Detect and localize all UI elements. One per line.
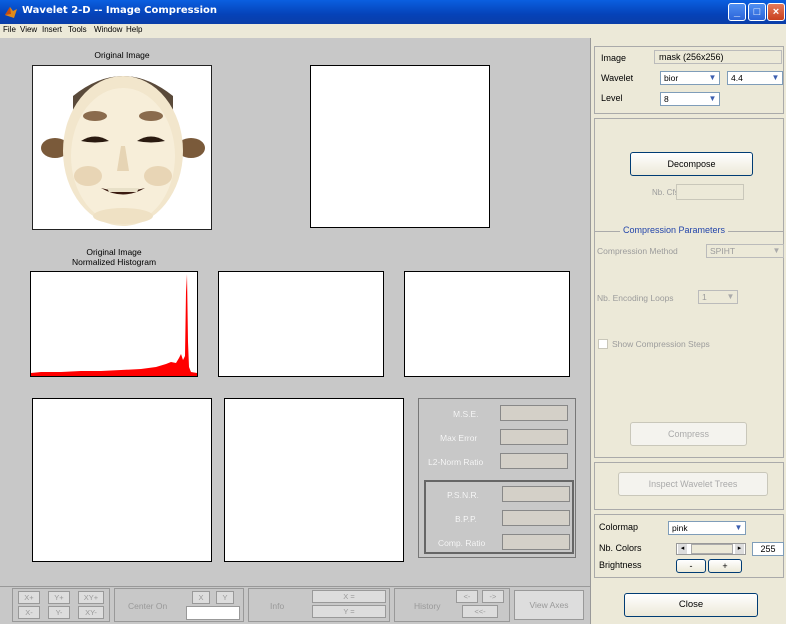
menu-tools[interactable]: Tools — [68, 25, 87, 34]
mask-image — [33, 66, 211, 229]
image-name-field: mask (256x256) — [654, 50, 782, 64]
wavelet-family-value: bior — [664, 73, 679, 83]
history-forward-button[interactable]: -> — [482, 590, 504, 603]
nb-colors-slider[interactable]: ◂ ▸ — [676, 543, 746, 555]
nb-cfs-field — [676, 184, 744, 200]
slider-thumb[interactable] — [691, 544, 733, 554]
encoding-loops-label: Nb. Encoding Loops — [597, 293, 674, 303]
close-button[interactable]: Close — [624, 593, 758, 617]
menu-help[interactable]: Help — [126, 25, 142, 34]
original-histogram-axes[interactable] — [30, 271, 198, 377]
history-both-button[interactable]: <<- — [462, 605, 498, 618]
zoom-y-plus-button[interactable]: Y+ — [48, 591, 70, 604]
zoom-x-minus-button[interactable]: X- — [18, 606, 40, 619]
mse-label: M.S.E. — [453, 409, 479, 419]
l2-norm-ratio-label: L2-Norm Ratio — [428, 457, 484, 467]
compression-method-value: SPIHT — [710, 246, 736, 256]
x-readout: X = — [312, 590, 386, 603]
chevron-down-icon: ▼ — [734, 523, 743, 532]
info-label: Info — [270, 601, 285, 611]
histogram-title-line1: Original Image — [86, 247, 142, 257]
level-select[interactable]: 8 ▼ — [660, 92, 720, 106]
center-on-label: Center On — [128, 601, 168, 611]
history-label: History — [414, 601, 441, 611]
bpp-label: B.P.P. — [455, 514, 477, 524]
brightness-minus-button[interactable]: - — [676, 559, 706, 573]
decompose-button[interactable]: Decompose — [630, 152, 753, 176]
bottom-axes-2[interactable] — [224, 398, 404, 562]
wavelet-label: Wavelet — [601, 73, 634, 83]
level-value: 8 — [664, 94, 669, 104]
bpp-value — [502, 510, 570, 526]
original-image-title: Original Image — [94, 50, 150, 60]
wavelet-family-select[interactable]: bior ▼ — [660, 71, 720, 85]
encoding-loops-select[interactable]: 1 ▼ — [698, 290, 738, 304]
zoom-xy-plus-button[interactable]: XY+ — [78, 591, 104, 604]
center-y-button[interactable]: Y — [216, 591, 234, 604]
mse-value — [500, 405, 568, 421]
brightness-plus-button[interactable]: + — [708, 559, 742, 573]
matlab-icon — [5, 7, 17, 18]
compressed-image-axes[interactable] — [310, 65, 490, 228]
colormap-label: Colormap — [599, 522, 639, 532]
maximize-button[interactable]: □ — [748, 3, 766, 21]
colormap-value: pink — [672, 523, 688, 533]
histogram-plot — [31, 274, 197, 376]
menu-view[interactable]: View — [20, 25, 37, 34]
histogram-title-line2: Normalized Histogram — [71, 257, 157, 267]
chevron-down-icon: ▼ — [772, 246, 781, 255]
chevron-down-icon: ▼ — [708, 73, 717, 82]
menu-insert[interactable]: Insert — [42, 25, 62, 34]
center-on-field[interactable] — [186, 606, 240, 620]
nb-colors-field[interactable]: 255 — [752, 542, 784, 556]
slider-left-arrow-icon[interactable]: ◂ — [678, 544, 687, 554]
window-title: Wavelet 2-D -- Image Compression — [22, 5, 217, 16]
psnr-value — [502, 486, 570, 502]
comp-ratio-label: Comp. Ratio — [438, 538, 486, 548]
nb-cfs-label: Nb. Cfs — [652, 188, 679, 197]
compression-params-title: Compression Parameters — [620, 225, 729, 235]
wavelet-number-select[interactable]: 4.4 ▼ — [727, 71, 783, 85]
histogram-axes-3[interactable] — [404, 271, 570, 377]
zoom-xy-minus-button[interactable]: XY- — [78, 606, 104, 619]
nb-colors-label: Nb. Colors — [599, 543, 642, 553]
view-axes-button[interactable]: View Axes — [514, 590, 584, 620]
slider-right-arrow-icon[interactable]: ▸ — [735, 544, 744, 554]
show-steps-label: Show Compression Steps — [612, 339, 710, 349]
close-window-button[interactable]: × — [767, 3, 785, 21]
bottom-axes-1[interactable] — [32, 398, 212, 562]
zoom-x-plus-button[interactable]: X+ — [18, 591, 40, 604]
max-error-value — [500, 429, 568, 445]
center-x-button[interactable]: X — [192, 591, 210, 604]
menu-window[interactable]: Window — [94, 25, 122, 34]
history-back-button[interactable]: <- — [456, 590, 478, 603]
compression-method-label: Compression Method — [597, 246, 678, 256]
y-readout: Y = — [312, 605, 386, 618]
chevron-down-icon: ▼ — [708, 94, 717, 103]
chevron-down-icon: ▼ — [771, 73, 780, 82]
image-label: Image — [601, 53, 627, 63]
level-label: Level — [601, 93, 623, 103]
zoom-y-minus-button[interactable]: Y- — [48, 606, 70, 619]
compress-button[interactable]: Compress — [630, 422, 747, 446]
inspect-trees-button[interactable]: Inspect Wavelet Trees — [618, 472, 768, 496]
compression-method-select[interactable]: SPIHT ▼ — [706, 244, 784, 258]
minimize-button[interactable]: _ — [728, 3, 746, 21]
chevron-down-icon: ▼ — [726, 292, 735, 301]
colormap-select[interactable]: pink ▼ — [668, 521, 746, 535]
max-error-label: Max Error — [440, 433, 478, 443]
original-image-axes[interactable] — [32, 65, 212, 230]
comp-ratio-value — [502, 534, 570, 550]
title-bar: Wavelet 2-D -- Image Compression _ □ × — [0, 0, 786, 24]
histogram-axes-2[interactable] — [218, 271, 384, 377]
menu-bar: File View Insert Tools Window Help — [0, 24, 786, 38]
menu-file[interactable]: File — [3, 25, 16, 34]
brightness-label: Brightness — [599, 560, 642, 570]
psnr-label: P.S.N.R. — [447, 490, 479, 500]
encoding-loops-value: 1 — [702, 292, 707, 302]
wavelet-number-value: 4.4 — [731, 73, 743, 83]
l2-norm-ratio-value — [500, 453, 568, 469]
show-steps-checkbox[interactable] — [598, 339, 608, 349]
